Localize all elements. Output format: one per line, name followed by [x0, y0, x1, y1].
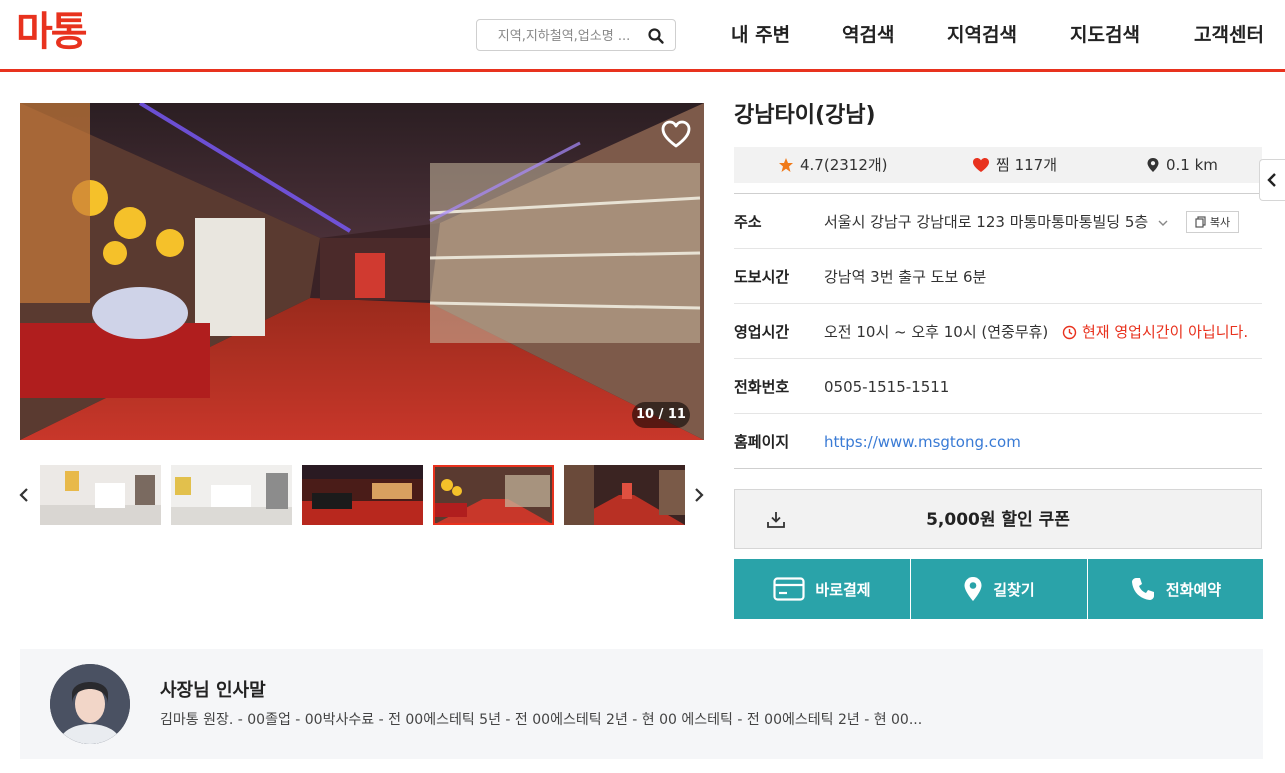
directions-button[interactable]: 길찾기	[911, 559, 1087, 619]
address-value: 서울시 강남구 강남대로 123 마통마통마통빌딩 5층	[824, 211, 1169, 233]
distance-stat: 0.1 km	[1146, 147, 1218, 183]
distance-text: 0.1 km	[1166, 156, 1218, 174]
search-icon[interactable]	[647, 27, 665, 45]
search-input[interactable]	[489, 25, 639, 47]
likes-text: 찜 117개	[996, 156, 1057, 174]
clock-icon	[1062, 325, 1077, 339]
favorite-heart-icon[interactable]	[660, 119, 692, 151]
shop-stats-bar: 4.7(2312개) 찜 117개 0.1 km	[734, 147, 1262, 183]
homepage-link[interactable]: https://www.msgtong.com	[824, 433, 1021, 451]
site-header: 마통 내 주변 역검색 지역검색 지도검색 고객센터	[0, 0, 1285, 72]
search-box[interactable]	[476, 19, 676, 51]
rating-text: 4.7(2312개)	[800, 156, 888, 174]
nav-nearby[interactable]: 내 주변	[731, 22, 790, 48]
phone-label: 전화번호	[734, 378, 790, 396]
divider	[734, 248, 1262, 249]
owner-avatar	[50, 664, 130, 744]
credit-card-icon	[773, 577, 805, 601]
copy-label: 복사	[1209, 216, 1231, 229]
thumbnail-4[interactable]	[433, 465, 554, 525]
thumbnail-5[interactable]	[564, 465, 685, 525]
owner-greeting-card: 사장님 인사말 김마통 원장. - 00졸업 - 00박사수료 - 전 00에스…	[20, 649, 1263, 759]
nav-customer-center[interactable]: 고객센터	[1194, 22, 1264, 48]
coupon-button[interactable]: 5,000원 할인 쿠폰	[734, 489, 1262, 549]
nav-region-search[interactable]: 지역검색	[947, 22, 1017, 48]
phone-icon	[1131, 578, 1154, 600]
shop-title: 강남타이(강남)	[734, 103, 876, 128]
walk-value: 강남역 3번 출구 도보 6분	[824, 268, 987, 286]
hours-status-text: 현재 영업시간이 아닙니다.	[1082, 323, 1249, 341]
divider	[734, 358, 1262, 359]
likes-stat[interactable]: 찜 117개	[972, 147, 1057, 183]
rating-stat: 4.7(2312개)	[778, 147, 888, 183]
call-button[interactable]: 전화예약	[1088, 559, 1263, 619]
thumbnail-2[interactable]	[171, 465, 292, 525]
phone-value[interactable]: 0505-1515-1511	[824, 376, 949, 398]
pay-label: 바로결제	[815, 580, 871, 599]
homepage-label: 홈페이지	[734, 433, 790, 451]
photo-counter: 10 / 11	[632, 402, 690, 428]
heart-icon	[973, 158, 989, 172]
divider	[734, 303, 1262, 304]
pay-button[interactable]: 바로결제	[734, 559, 910, 619]
divider	[734, 468, 1262, 469]
hours-status: 현재 영업시간이 아닙니다.	[1062, 321, 1248, 343]
site-logo[interactable]: 마통	[16, 8, 88, 56]
greeting-text: 김마통 원장. - 00졸업 - 00박사수료 - 전 00에스테틱 5년 - …	[160, 712, 923, 728]
hours-value: 오전 10시 ~ 오후 10시 (연중무휴)	[824, 323, 1049, 341]
side-panel-toggle[interactable]	[1259, 159, 1285, 201]
divider	[734, 193, 1262, 194]
thumb-prev-arrow-icon[interactable]	[17, 484, 31, 506]
star-icon	[779, 158, 793, 172]
hours-label: 영업시간	[734, 323, 790, 341]
copy-address-button[interactable]: 복사	[1186, 211, 1239, 233]
directions-label: 길찾기	[993, 580, 1035, 599]
greeting-title: 사장님 인사말	[160, 680, 266, 701]
main-photo[interactable]	[20, 103, 704, 440]
divider	[734, 413, 1262, 414]
address-label: 주소	[734, 213, 762, 231]
nav-map-search[interactable]: 지도검색	[1070, 22, 1140, 48]
thumbnail-3[interactable]	[302, 465, 423, 525]
thumb-next-arrow-icon[interactable]	[692, 484, 706, 506]
location-pin-icon	[964, 577, 982, 601]
copy-icon	[1195, 216, 1206, 228]
call-label: 전화예약	[1165, 580, 1222, 599]
location-pin-icon	[1147, 158, 1159, 172]
homepage-value: https://www.msgtong.com	[824, 431, 1021, 453]
walk-label: 도보시간	[734, 268, 790, 286]
coupon-label: 5,000원 할인 쿠폰	[926, 510, 1070, 530]
thumbnail-1[interactable]	[40, 465, 161, 525]
chevron-down-icon[interactable]	[1157, 218, 1169, 228]
chevron-left-icon	[1267, 173, 1276, 187]
address-text: 서울시 강남구 강남대로 123 마통마통마통빌딩 5층	[824, 213, 1149, 231]
nav-station-search[interactable]: 역검색	[842, 22, 894, 48]
